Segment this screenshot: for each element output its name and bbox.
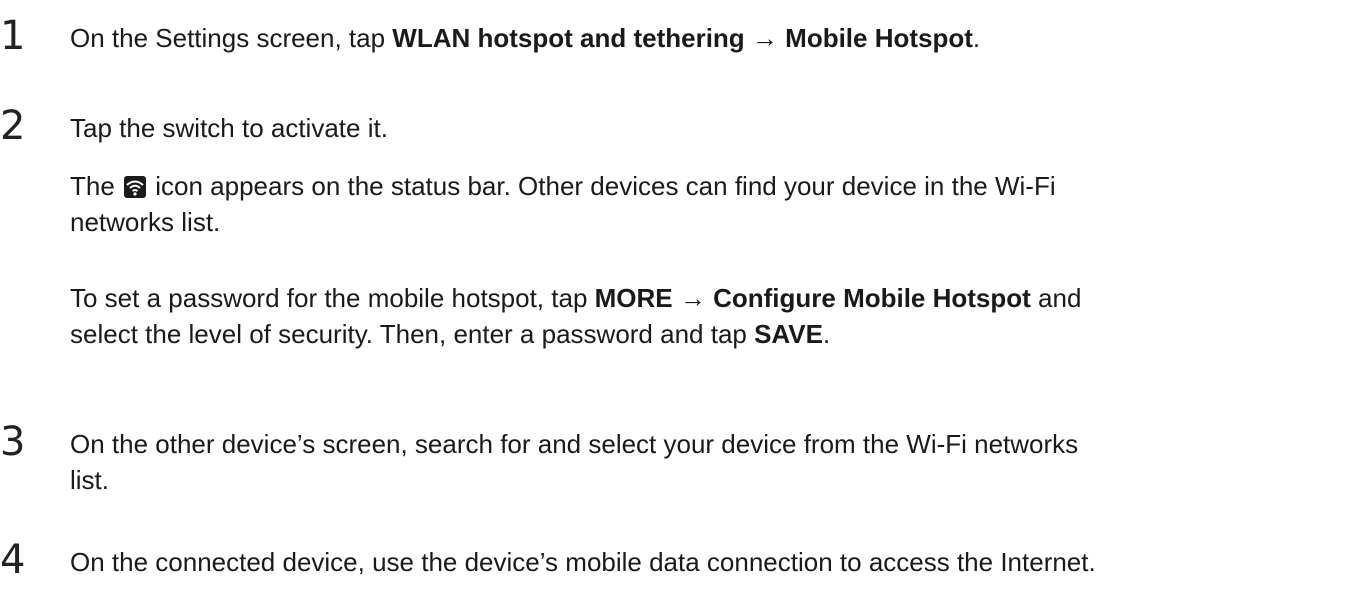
step-number: 1 — [0, 13, 26, 59]
step-note: The icon appears on the status bar. Othe… — [70, 171, 1056, 237]
menu-path-item: Mobile Hotspot — [785, 23, 973, 53]
step-number: 2 — [0, 103, 26, 149]
menu-path-item: MORE — [594, 283, 673, 313]
menu-path-item: WLAN hotspot and tethering — [392, 23, 745, 53]
step-text: On the other device’s screen, search for… — [70, 429, 1079, 495]
step-text: On the Settings screen, tap WLAN hotspot… — [70, 23, 981, 53]
menu-path-item: SAVE — [754, 319, 823, 349]
menu-path-item: Configure Mobile Hotspot — [713, 283, 1031, 313]
wifi-hotspot-icon — [124, 171, 147, 198]
step-number: 4 — [0, 537, 26, 583]
step-text: On the connected device, use the device’… — [70, 547, 1096, 577]
step-number: 3 — [0, 419, 26, 465]
step-note: To set a password for the mobile hotspot… — [70, 283, 1082, 349]
step-text: Tap the switch to activate it. — [70, 113, 388, 143]
